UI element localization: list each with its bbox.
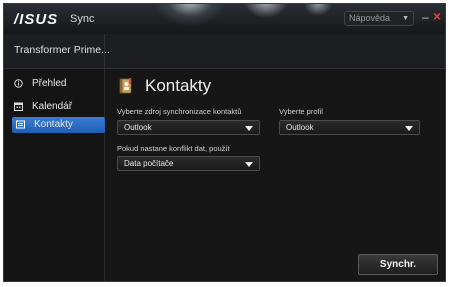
device-name[interactable]: Transformer Prime... — [14, 44, 110, 56]
minimize-button[interactable]: – — [422, 10, 429, 24]
title-bar-glow — [244, 4, 288, 18]
sync-button-label: Synchr. — [379, 259, 417, 270]
sidebar-item-overview[interactable]: Přehled — [10, 76, 104, 92]
app-name: Sync — [70, 13, 95, 25]
sidebar-item-label: Kontakty — [34, 119, 73, 130]
title-bar-glow — [154, 4, 226, 26]
device-bar: Transformer Prime... — [4, 34, 445, 69]
chevron-down-icon: ▼ — [402, 15, 409, 22]
sync-source-select[interactable]: Outlook — [117, 120, 260, 135]
main-content: Kontakty Vyberte zdroj synchronizace kon… — [105, 69, 445, 281]
conflict-label: Pokud nastane konflikt dat, použít — [117, 144, 230, 153]
sidebar: Přehled Kalendář Kontakty — [4, 69, 111, 281]
sidebar-item-label: Kalendář — [32, 101, 73, 112]
title-bar-glow — [304, 4, 332, 16]
conflict-select[interactable]: Data počítače — [117, 156, 260, 171]
conflict-value: Data počítače — [124, 159, 174, 168]
profile-label: Vyberte profil — [279, 107, 323, 116]
sidebar-item-calendar[interactable]: Kalendář — [10, 99, 104, 115]
sync-source-label: Vyberte zdroj synchronizace kontaktů — [117, 107, 242, 116]
dropdown-arrow-icon — [245, 162, 253, 167]
help-dropdown[interactable]: Nápověda ▼ — [344, 11, 414, 26]
profile-value: Outlook — [286, 123, 314, 132]
contacts-book-icon — [119, 78, 132, 94]
sync-button[interactable]: Synchr. — [358, 254, 438, 275]
app-window: /ISUS Sync Nápověda ▼ – × Transformer Pr… — [3, 3, 446, 282]
brand-logo: /ISUS — [14, 11, 59, 28]
help-dropdown-label: Nápověda — [349, 13, 391, 23]
close-button[interactable]: × — [433, 8, 441, 24]
calendar-icon — [14, 99, 23, 116]
page-title: Kontakty — [145, 76, 212, 95]
sidebar-item-contacts[interactable]: Kontakty — [12, 117, 111, 134]
contacts-icon — [16, 117, 25, 134]
dropdown-arrow-icon — [245, 126, 253, 131]
dropdown-arrow-icon — [405, 126, 413, 131]
device-bar-divider — [104, 34, 105, 68]
title-bar: /ISUS Sync Nápověda ▼ – × — [4, 4, 445, 34]
sync-source-value: Outlook — [124, 123, 152, 132]
sidebar-item-label: Přehled — [32, 78, 67, 89]
profile-select[interactable]: Outlook — [279, 120, 420, 135]
info-icon — [14, 76, 23, 93]
